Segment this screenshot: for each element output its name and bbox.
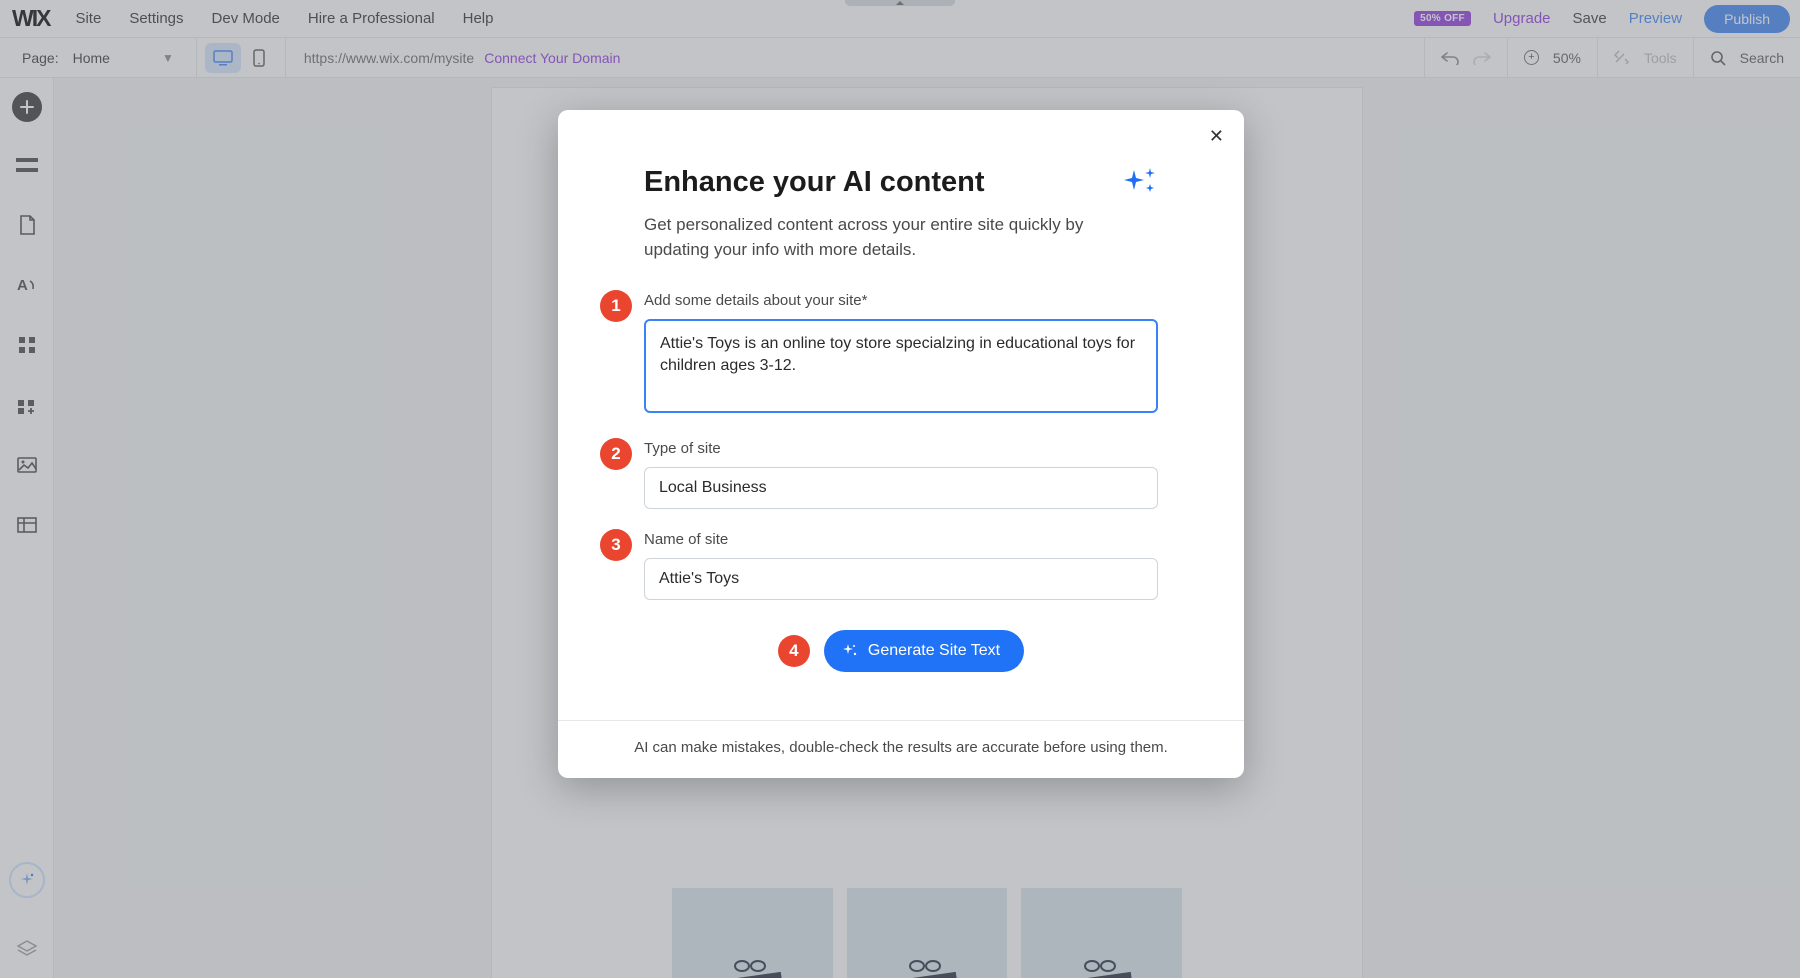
modal-footer-disclaimer: AI can make mistakes, double-check the r… bbox=[558, 720, 1244, 778]
field-site-type: 2 Type of site bbox=[644, 440, 1158, 509]
site-type-label: Type of site bbox=[644, 440, 1158, 457]
site-name-input[interactable] bbox=[644, 558, 1158, 600]
site-details-label: Add some details about your site* bbox=[644, 292, 1158, 309]
sparkle-small-icon bbox=[842, 643, 858, 659]
step-badge-3: 3 bbox=[600, 529, 632, 561]
site-type-input[interactable] bbox=[644, 467, 1158, 509]
step-badge-1: 1 bbox=[600, 290, 632, 322]
site-details-input[interactable] bbox=[644, 319, 1158, 413]
field-site-details: 1 Add some details about your site* bbox=[644, 292, 1158, 418]
step-badge-4: 4 bbox=[778, 635, 810, 667]
site-name-label: Name of site bbox=[644, 531, 1158, 548]
close-icon[interactable]: ✕ bbox=[1205, 122, 1228, 151]
step-badge-2: 2 bbox=[600, 438, 632, 470]
modal-title: Enhance your AI content bbox=[644, 166, 985, 199]
generate-button-label: Generate Site Text bbox=[868, 642, 1000, 660]
modal-subtitle: Get personalized content across your ent… bbox=[644, 213, 1104, 262]
field-site-name: 3 Name of site bbox=[644, 531, 1158, 600]
sparkle-icon bbox=[1122, 166, 1158, 196]
ai-content-modal: ✕ Enhance your AI content Get personaliz… bbox=[558, 110, 1244, 778]
generate-site-text-button[interactable]: Generate Site Text bbox=[824, 630, 1024, 672]
